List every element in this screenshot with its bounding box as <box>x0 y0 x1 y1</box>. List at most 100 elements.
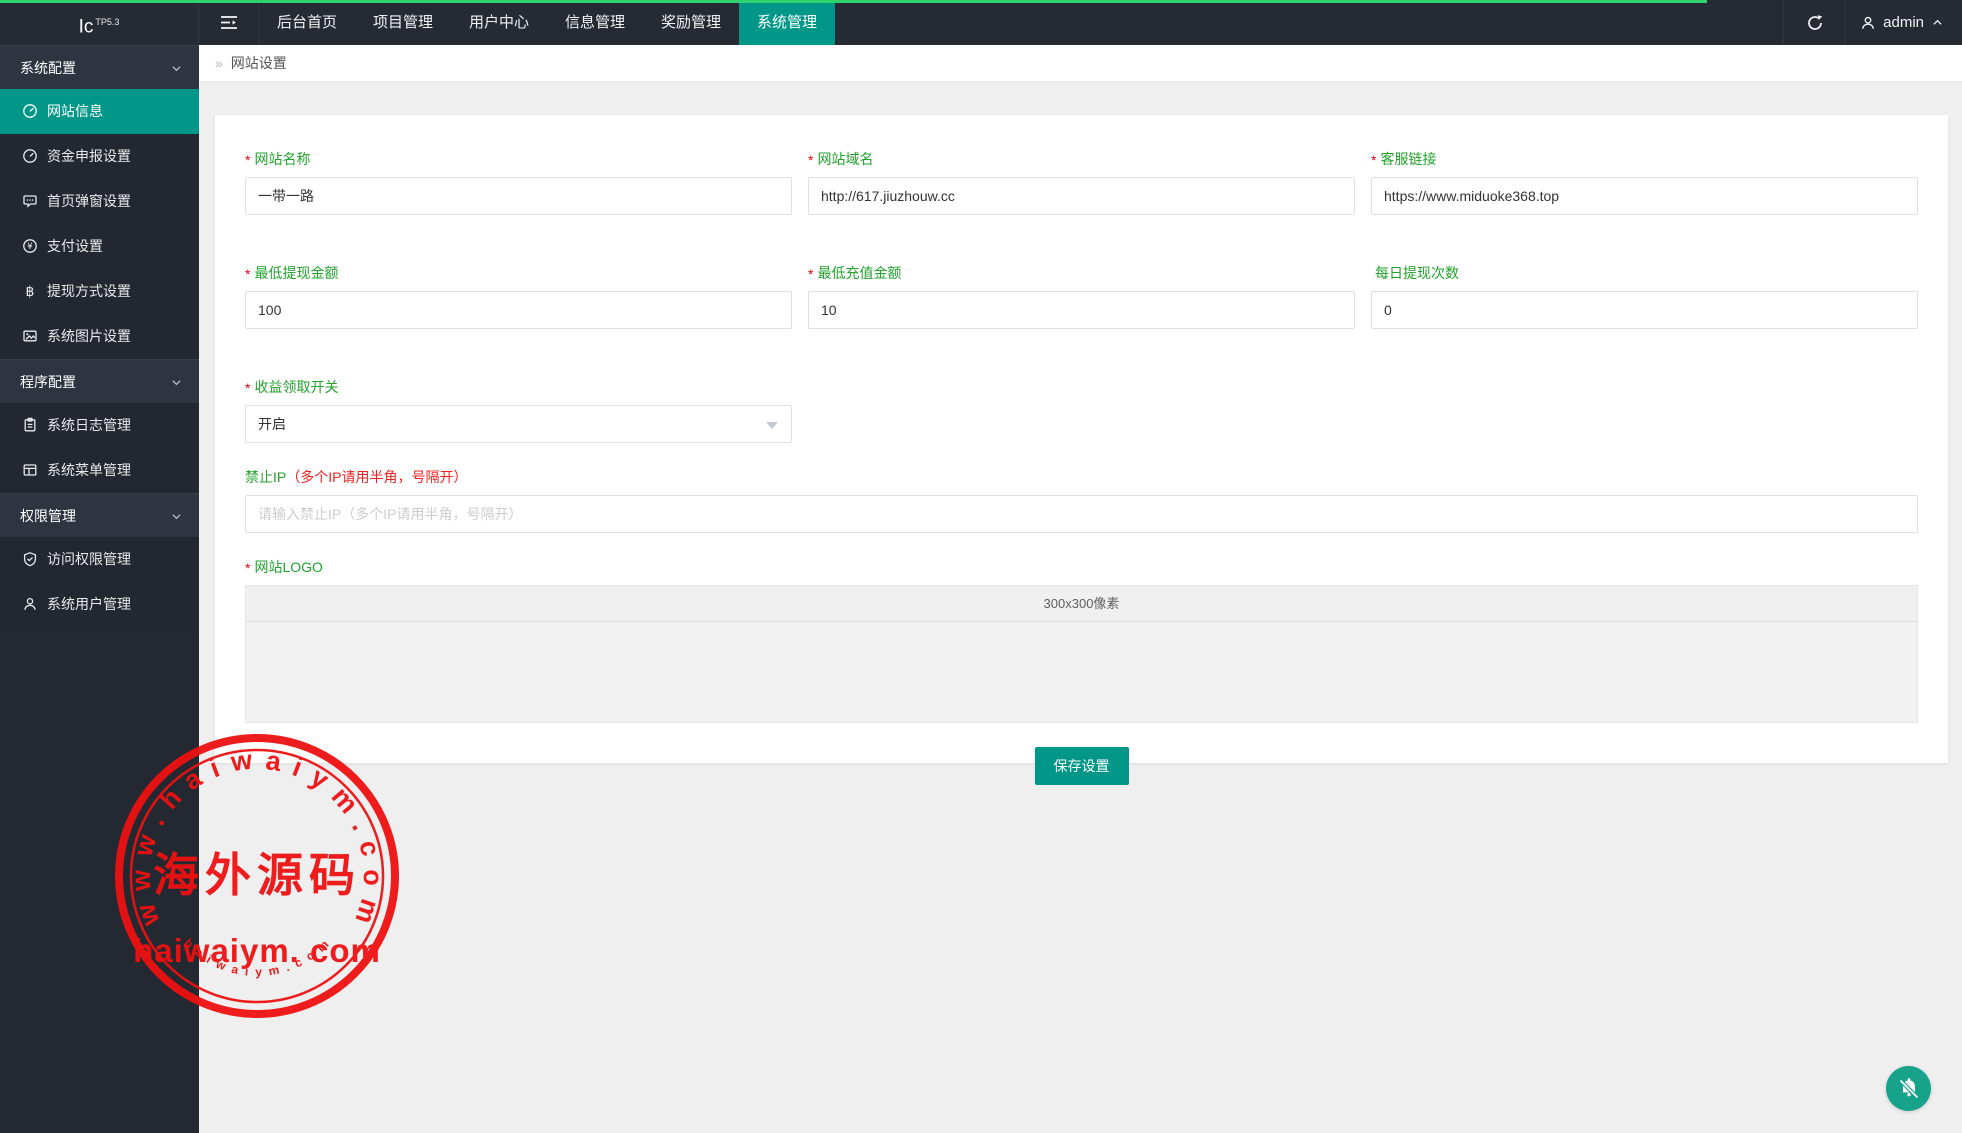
required-asterisk: * <box>245 380 250 396</box>
field-min-withdraw: *最低提现金额 <box>245 263 792 329</box>
daily-withdraw-times-input[interactable] <box>1371 291 1918 329</box>
sidebar-item-label: 首页弹窗设置 <box>47 193 131 209</box>
field-min-recharge: *最低充值金额 <box>808 263 1355 329</box>
person-icon <box>22 596 38 612</box>
required-asterisk: * <box>808 266 813 282</box>
clipboard-icon <box>22 417 38 433</box>
sidebar-item-label: 系统日志管理 <box>47 417 131 433</box>
logo-upload-area[interactable]: 300x300像素 <box>245 585 1918 723</box>
field-label-hint: （多个IP请用半角，号隔开） <box>286 469 467 485</box>
field-label: 每日提现次数 <box>1375 265 1459 281</box>
field-label: 网站域名 <box>817 151 873 167</box>
sidebar-item-label: 访问权限管理 <box>47 551 131 567</box>
chevron-up-icon <box>1931 16 1944 29</box>
section-label: 程序配置 <box>20 374 76 390</box>
field-label: 网站名称 <box>254 151 310 167</box>
min-withdraw-input[interactable] <box>245 291 792 329</box>
required-asterisk: * <box>245 152 250 168</box>
stamp-bottom-text: h a i w a i y m . c o m <box>181 936 333 979</box>
page-title: 网站设置 <box>231 55 287 71</box>
person-icon <box>1860 15 1876 31</box>
field-site-domain: *网站域名 <box>808 149 1355 215</box>
logo-text: Ic <box>79 16 94 37</box>
save-settings-button[interactable]: 保存设置 <box>1035 747 1129 785</box>
svg-text:¥: ¥ <box>27 242 33 252</box>
nav-item-rewards[interactable]: 奖励管理 <box>643 0 739 45</box>
required-asterisk: * <box>808 152 813 168</box>
field-label: 网站LOGO <box>254 559 322 575</box>
field-label: 最低提现金额 <box>254 265 338 281</box>
popup-icon <box>22 193 38 209</box>
sidebar-item-site-info[interactable]: 网站信息 <box>0 89 199 134</box>
yen-circle-icon: ¥ <box>22 238 38 254</box>
sidebar-item-label: 系统菜单管理 <box>47 462 131 478</box>
bell-slash-icon <box>1896 1076 1922 1102</box>
ban-ip-input[interactable] <box>245 495 1918 533</box>
gauge-icon <box>22 148 38 164</box>
window-icon <box>22 462 38 478</box>
sidebar-section-system-config[interactable]: 系统配置 <box>0 45 199 89</box>
chevron-down-icon <box>170 376 183 389</box>
sidebar-collapse-button[interactable] <box>199 0 259 45</box>
sidebar-item-fund-declare[interactable]: 资金申报设置 <box>0 134 199 179</box>
sidebar-item-system-users[interactable]: 系统用户管理 <box>0 582 199 627</box>
required-asterisk: * <box>1371 152 1376 168</box>
refresh-icon <box>1806 14 1824 32</box>
required-asterisk: * <box>245 266 250 282</box>
logo-size-hint: 300x300像素 <box>246 586 1917 622</box>
refresh-button[interactable] <box>1783 0 1845 45</box>
field-label: 最低充值金额 <box>817 265 901 281</box>
sidebar-item-access-permissions[interactable]: 访问权限管理 <box>0 537 199 582</box>
app-logo: IcTP5.3 <box>0 0 199 45</box>
logo-upload-dropzone[interactable] <box>246 622 1917 722</box>
nav-item-info[interactable]: 信息管理 <box>547 0 643 45</box>
field-site-name: *网站名称 <box>245 149 792 215</box>
chevron-down-icon <box>170 62 183 75</box>
section-label: 权限管理 <box>20 508 76 524</box>
section-label: 系统配置 <box>20 60 76 76</box>
site-name-input[interactable] <box>245 177 792 215</box>
profit-switch-select[interactable]: 开启 <box>245 405 792 443</box>
nav-item-projects[interactable]: 项目管理 <box>355 0 451 45</box>
service-link-input[interactable] <box>1371 177 1918 215</box>
selected-option: 开启 <box>258 416 286 432</box>
site-domain-input[interactable] <box>808 177 1355 215</box>
field-label: 收益领取开关 <box>254 379 338 395</box>
min-recharge-input[interactable] <box>808 291 1355 329</box>
settings-form-card: *网站名称 *网站域名 *客服链接 *最低提现金额 *最低充值金额 每日提现次数… <box>215 115 1948 763</box>
topbar-right: admin <box>1783 0 1962 45</box>
nav-item-dashboard[interactable]: 后台首页 <box>259 0 355 45</box>
shield-check-icon <box>22 551 38 567</box>
select-caret-icon <box>766 422 778 429</box>
breadcrumb: » 网站设置 <box>199 45 1962 82</box>
svg-text:฿: ฿ <box>26 284 35 299</box>
sidebar-item-label: 支付设置 <box>47 238 103 254</box>
field-label: 禁止IP <box>245 469 286 485</box>
sidebar-item-system-logs[interactable]: 系统日志管理 <box>0 403 199 448</box>
sidebar-item-home-popup[interactable]: 首页弹窗设置 <box>0 179 199 224</box>
sidebar-item-label: 系统用户管理 <box>47 596 131 612</box>
top-navigation: 后台首页 项目管理 用户中心 信息管理 奖励管理 系统管理 <box>259 0 835 45</box>
admin-username: admin <box>1883 14 1924 31</box>
admin-menu[interactable]: admin <box>1845 0 1962 45</box>
hamburger-icon <box>220 15 238 30</box>
sidebar-item-system-images[interactable]: 系统图片设置 <box>0 314 199 359</box>
sidebar: 系统配置 网站信息 资金申报设置 首页弹窗设置 ¥ 支付设置 ฿ 提现方式设置 <box>0 45 199 1133</box>
field-daily-withdraw-times: 每日提现次数 <box>1371 263 1918 329</box>
nav-item-system[interactable]: 系统管理 <box>739 0 835 45</box>
sidebar-item-withdraw-method[interactable]: ฿ 提现方式设置 <box>0 269 199 314</box>
breadcrumb-arrow: » <box>215 55 223 71</box>
field-ban-ip: 禁止IP（多个IP请用半角，号隔开） <box>245 467 1918 533</box>
nav-item-users[interactable]: 用户中心 <box>451 0 547 45</box>
sidebar-section-program-config[interactable]: 程序配置 <box>0 359 199 403</box>
sidebar-item-payment[interactable]: ¥ 支付设置 <box>0 224 199 269</box>
required-asterisk: * <box>245 560 250 576</box>
image-icon <box>22 328 38 344</box>
page-progress-bar <box>0 0 1707 3</box>
sidebar-item-system-menus[interactable]: 系统菜单管理 <box>0 448 199 493</box>
notification-fab[interactable] <box>1886 1066 1931 1111</box>
sidebar-section-permissions[interactable]: 权限管理 <box>0 493 199 537</box>
topbar: IcTP5.3 后台首页 项目管理 用户中心 信息管理 奖励管理 系统管理 <box>0 0 1962 45</box>
sidebar-item-label: 提现方式设置 <box>47 283 131 299</box>
chevron-down-icon <box>170 510 183 523</box>
